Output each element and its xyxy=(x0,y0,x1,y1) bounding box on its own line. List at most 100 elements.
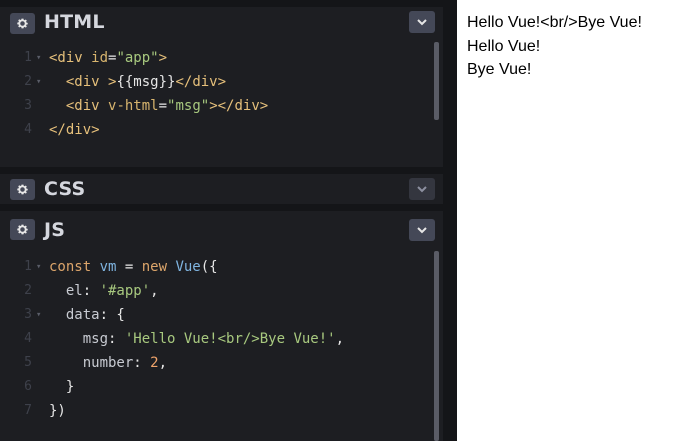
code-token: id xyxy=(91,50,109,66)
code-line[interactable]: 1 ▾ const vm = new Vue({ xyxy=(0,255,430,279)
code-token: , xyxy=(335,331,345,347)
code-token: el xyxy=(49,283,83,299)
code-token: </div> xyxy=(49,122,100,138)
line-number: 4 xyxy=(24,122,32,137)
css-panel-header: CSS xyxy=(0,174,443,204)
chevron-down-icon xyxy=(417,19,427,26)
js-panel-title: JS xyxy=(44,219,66,241)
code-text: }) xyxy=(49,399,66,423)
chevron-down-icon xyxy=(417,186,427,193)
js-settings-button[interactable] xyxy=(10,219,35,240)
code-token: = xyxy=(158,98,168,114)
code-line[interactable]: 4 </div> xyxy=(0,118,430,142)
line-number: 2 xyxy=(24,74,32,89)
code-token: > xyxy=(158,50,168,66)
code-token: : xyxy=(133,355,151,371)
fold-arrow-icon[interactable]: ▾ xyxy=(36,70,41,94)
code-line[interactable]: 6 } xyxy=(0,375,430,399)
preview-line-raw: Hello Vue!<br/>Bye Vue! xyxy=(467,14,642,31)
code-token: 'Hello Vue!<br/>Bye Vue!' xyxy=(124,331,336,347)
chevron-down-icon xyxy=(417,227,427,234)
css-collapse-button[interactable] xyxy=(409,178,435,200)
js-panel: JS 1 ▾ const vm = new Vue({2 el: '#app', 3 ▾… xyxy=(0,211,443,441)
line-number: 2 xyxy=(24,283,32,298)
js-code-editor[interactable]: 1 ▾ const vm = new Vue({2 el: '#app', 3 ▾ da… xyxy=(0,249,443,441)
code-token: = xyxy=(116,259,142,275)
code-line[interactable]: 1 ▾ <div id="app"> xyxy=(0,46,430,70)
gear-icon xyxy=(17,224,28,235)
code-token: : xyxy=(82,283,100,299)
code-token: <div xyxy=(49,74,109,90)
code-line[interactable]: 2 ▾ <div >{{msg}}</div> xyxy=(0,70,430,94)
html-panel-title: HTML xyxy=(44,11,105,33)
code-token: "msg" xyxy=(167,98,210,114)
code-line[interactable]: 3 ▾ data: { xyxy=(0,303,430,327)
code-text: number: 2, xyxy=(49,351,167,375)
code-token: ({ xyxy=(200,259,218,275)
code-token: "app" xyxy=(116,50,159,66)
html-code-editor[interactable]: 1 ▾ <div id="app"> 2 ▾ <div >{{msg}}</div> 3 … xyxy=(0,40,443,167)
fold-arrow-icon[interactable]: ▾ xyxy=(36,46,41,70)
code-line[interactable]: 4 msg: 'Hello Vue!<br/>Bye Vue!', xyxy=(0,327,430,351)
js-scrollbar[interactable] xyxy=(434,251,439,441)
html-scrollbar[interactable] xyxy=(434,42,439,120)
preview-line-hello: Hello Vue! xyxy=(467,37,541,55)
line-number: 1 xyxy=(24,259,32,274)
line-number: 5 xyxy=(24,355,32,370)
css-settings-button[interactable] xyxy=(10,179,35,200)
code-token: , xyxy=(150,283,159,299)
code-token: : { xyxy=(99,307,125,323)
line-number: 1 xyxy=(24,50,32,65)
code-token: '#app' xyxy=(99,283,151,299)
code-token: data xyxy=(49,307,100,323)
code-token: ></div> xyxy=(209,98,269,114)
code-token: } xyxy=(49,379,75,395)
code-token: msg xyxy=(49,331,109,347)
code-token: , xyxy=(158,355,168,371)
line-number: 4 xyxy=(24,331,32,346)
line-number: 7 xyxy=(24,403,32,418)
line-number: 3 xyxy=(24,307,32,322)
code-token: number xyxy=(49,355,134,371)
code-text: } xyxy=(49,375,74,399)
html-panel: HTML 1 ▾ <div id="app"> 2 ▾ <div >{{msg}}</d… xyxy=(0,0,443,167)
code-token: 2 xyxy=(150,355,159,371)
code-token: const xyxy=(49,259,100,275)
code-text: </div> xyxy=(49,118,100,142)
code-text: const vm = new Vue({ xyxy=(49,255,218,279)
code-text: <div id="app"> xyxy=(49,46,167,70)
code-token: v-html xyxy=(108,98,159,114)
css-panel: CSS xyxy=(0,174,443,204)
js-panel-header: JS xyxy=(0,211,443,249)
code-text: el: '#app', xyxy=(49,279,159,303)
gear-icon xyxy=(17,18,28,29)
code-token: </div> xyxy=(175,74,227,90)
html-panel-header: HTML xyxy=(0,7,443,40)
html-settings-button[interactable] xyxy=(10,13,35,34)
js-collapse-button[interactable] xyxy=(409,219,435,241)
code-token: : xyxy=(108,331,125,347)
code-token: }) xyxy=(49,403,66,419)
code-token: new xyxy=(141,259,176,275)
code-token: <div xyxy=(49,50,92,66)
css-panel-title: CSS xyxy=(44,178,86,200)
line-number: 3 xyxy=(24,98,32,113)
editor-column: HTML 1 ▾ <div id="app"> 2 ▾ <div >{{msg}}</d… xyxy=(0,0,457,441)
fold-arrow-icon[interactable]: ▾ xyxy=(36,255,41,279)
code-line[interactable]: 2 el: '#app', xyxy=(0,279,430,303)
code-line[interactable]: 7}) xyxy=(0,399,430,423)
html-collapse-button[interactable] xyxy=(409,11,435,33)
code-text: <div >{{msg}}</div> xyxy=(49,70,226,94)
code-token: <div xyxy=(49,98,109,114)
preview-line-bye: Bye Vue! xyxy=(467,61,532,78)
fold-arrow-icon[interactable]: ▾ xyxy=(36,303,41,327)
code-token: Vue xyxy=(175,259,201,275)
code-text: msg: 'Hello Vue!<br/>Bye Vue!', xyxy=(49,327,344,351)
code-line[interactable]: 3 <div v-html="msg"></div> xyxy=(0,94,430,118)
result-preview: Hello Vue!<br/>Bye Vue! Hello Vue! Bye V… xyxy=(467,11,642,82)
code-text: data: { xyxy=(49,303,125,327)
line-number: 6 xyxy=(24,379,32,394)
code-token: vm xyxy=(99,259,117,275)
code-text: <div v-html="msg"></div> xyxy=(49,94,268,118)
code-line[interactable]: 5 number: 2, xyxy=(0,351,430,375)
